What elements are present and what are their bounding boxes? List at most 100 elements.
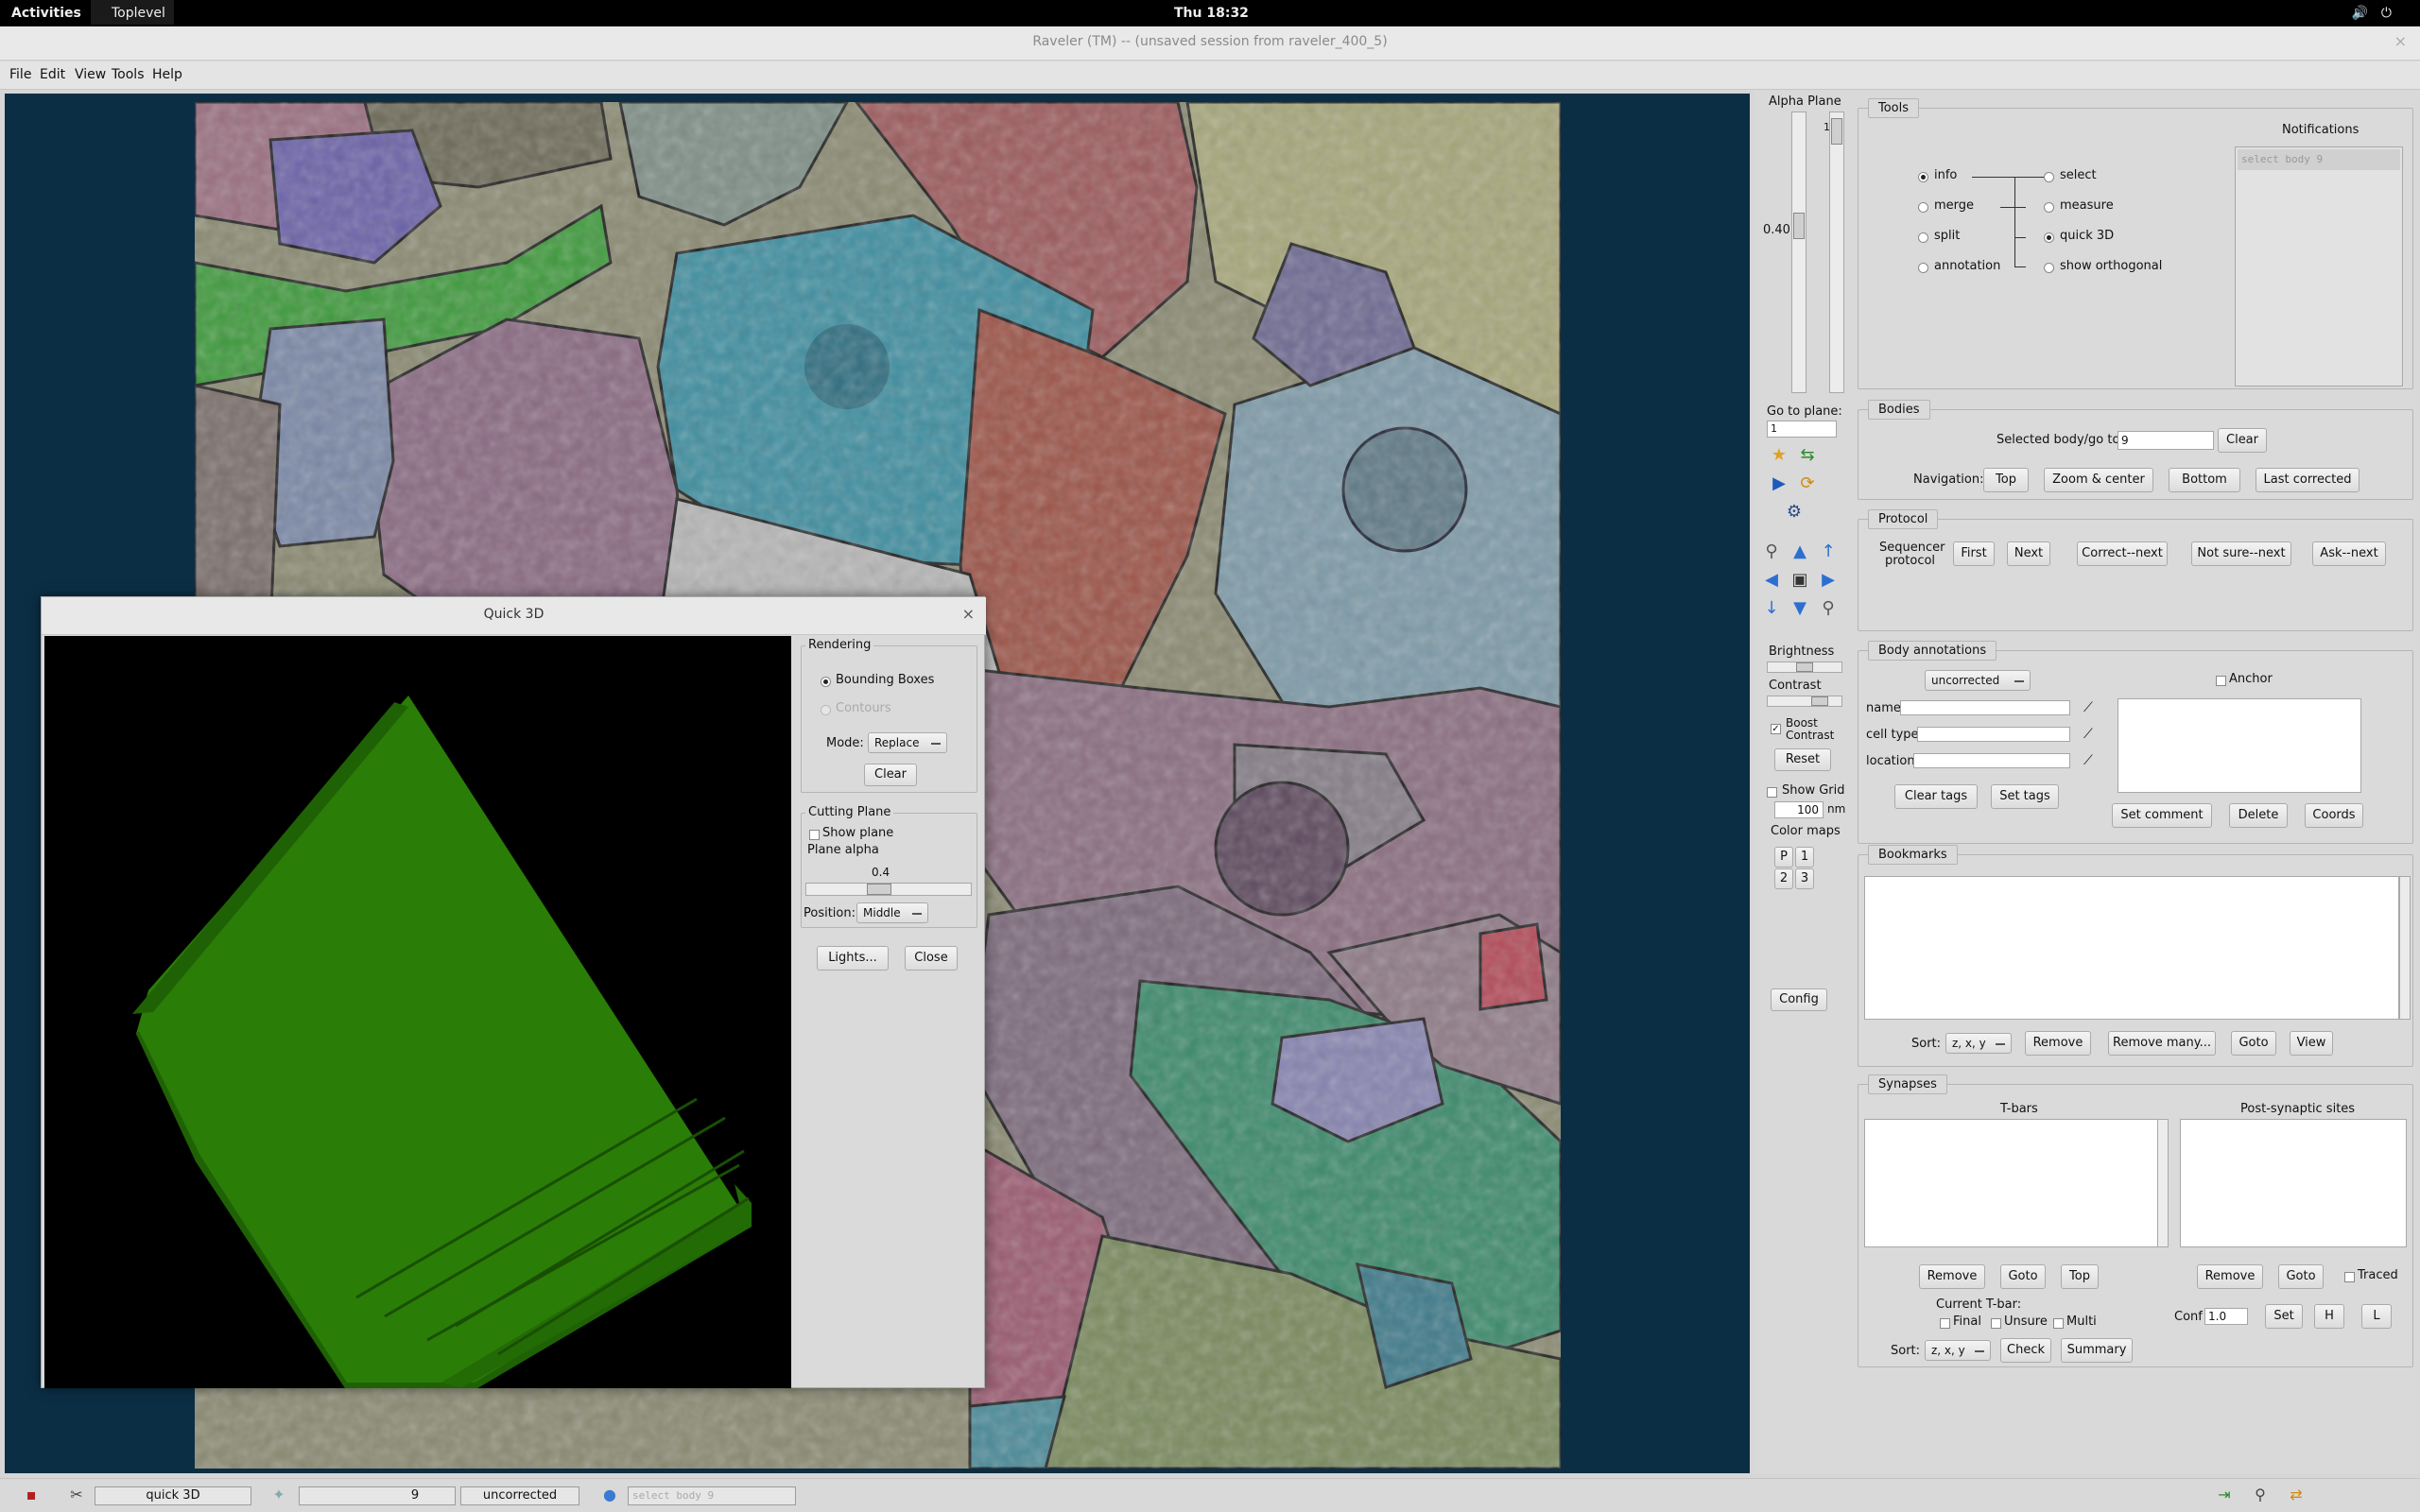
status-combo[interactable]: uncorrected xyxy=(1925,670,2031,691)
h-button[interactable]: H xyxy=(2314,1304,2344,1329)
zoom-out-icon[interactable]: ⚲ xyxy=(1759,540,1784,564)
settings-icon[interactable]: ⚙ xyxy=(1782,500,1806,524)
location-input[interactable] xyxy=(1913,753,2070,768)
post-synaptic-list[interactable] xyxy=(2180,1119,2407,1247)
back-arrow-icon[interactable]: ⇆ xyxy=(1795,443,1820,468)
tbar-goto-button[interactable]: Goto xyxy=(2000,1264,2046,1289)
brightness-thumb[interactable] xyxy=(1796,662,1813,672)
cell-type-input[interactable] xyxy=(1917,727,2070,742)
traced-checkbox[interactable] xyxy=(2344,1272,2355,1282)
protocol-not-sure-next-button[interactable]: Not sure--next xyxy=(2191,541,2291,566)
set-tags-button[interactable]: Set tags xyxy=(1991,784,2059,809)
bookmarks-view-button[interactable]: View xyxy=(2290,1031,2333,1056)
boost-contrast-checkbox[interactable]: ✓ xyxy=(1771,724,1781,734)
magnifier-icon[interactable]: ⚲ xyxy=(2250,1485,2271,1505)
radio-annotation[interactable] xyxy=(1918,263,1928,273)
nav-top-button[interactable]: Top xyxy=(1983,468,2029,492)
radio-split[interactable] xyxy=(1918,232,1928,243)
set-comment-button[interactable]: Set comment xyxy=(2112,803,2212,828)
quick-3d-clear-button[interactable]: Clear xyxy=(864,764,917,786)
contrast-slider[interactable] xyxy=(1767,696,1842,707)
exit-icon[interactable]: ⇥ xyxy=(2214,1485,2235,1505)
menu-help[interactable]: Help xyxy=(152,67,182,82)
conf-set-button[interactable]: Set xyxy=(2265,1304,2303,1329)
nav-last-corrected-button[interactable]: Last corrected xyxy=(2256,468,2360,492)
bodies-clear-button[interactable]: Clear xyxy=(2218,428,2267,453)
protocol-first-button[interactable]: First xyxy=(1953,541,1995,566)
plane-slider[interactable] xyxy=(1829,112,1844,393)
coords-button[interactable]: Coords xyxy=(2305,803,2363,828)
zoom-in-icon[interactable]: ⚲ xyxy=(1816,596,1841,621)
config-button[interactable]: Config xyxy=(1771,988,1827,1011)
mode-combo[interactable]: Replace xyxy=(868,732,947,753)
bookmarks-goto-button[interactable]: Goto xyxy=(2231,1031,2276,1056)
radio-info[interactable] xyxy=(1918,172,1928,182)
l-button[interactable]: L xyxy=(2361,1304,2392,1329)
radio-merge[interactable] xyxy=(1918,202,1928,213)
grid-size-input[interactable]: 100 xyxy=(1774,801,1824,818)
notification-item[interactable]: select body 9 xyxy=(2238,149,2400,170)
arrow-up-plane-icon[interactable]: ↑ xyxy=(1816,540,1841,564)
bookmarks-remove-many-button[interactable]: Remove many... xyxy=(2108,1031,2216,1056)
colormap-1-button[interactable]: 1 xyxy=(1795,847,1814,868)
play-icon[interactable]: ▶ xyxy=(1767,472,1791,496)
arrow-up-icon[interactable]: ▲ xyxy=(1788,540,1812,564)
radio-quick-3d[interactable] xyxy=(2044,232,2054,243)
menu-edit[interactable]: Edit xyxy=(40,67,65,82)
brightness-slider[interactable] xyxy=(1767,662,1842,673)
bookmarks-remove-button[interactable]: Remove xyxy=(2025,1031,2091,1056)
system-tray-icons[interactable]: 🔊⏻ xyxy=(2351,0,2405,26)
menu-file[interactable]: File xyxy=(9,67,31,82)
plane-alpha-thumb[interactable] xyxy=(867,884,891,895)
comment-textarea[interactable] xyxy=(2118,698,2361,793)
multi-checkbox[interactable] xyxy=(2053,1318,2064,1329)
radio-show-orthogonal[interactable] xyxy=(2044,263,2054,273)
colormap-2-button[interactable]: 2 xyxy=(1774,868,1793,889)
nav-bottom-button[interactable]: Bottom xyxy=(2169,468,2240,492)
selected-body-input[interactable]: 9 xyxy=(2118,431,2214,450)
nav-zoom-center-button[interactable]: Zoom & center xyxy=(2044,468,2153,492)
reset-button[interactable]: Reset xyxy=(1774,748,1831,771)
refresh-icon[interactable]: ⟳ xyxy=(1795,472,1820,496)
check-button[interactable]: Check xyxy=(2000,1338,2051,1363)
show-grid-checkbox[interactable] xyxy=(1767,787,1777,798)
tbars-list[interactable] xyxy=(1864,1119,2161,1247)
name-edit-icon[interactable]: ⟋ xyxy=(2083,700,2093,715)
final-checkbox[interactable] xyxy=(1940,1318,1950,1329)
arrow-right-icon[interactable]: ▶ xyxy=(1816,568,1841,593)
protocol-next-button[interactable]: Next xyxy=(2007,541,2050,566)
notifications-list[interactable]: select body 9 xyxy=(2235,146,2403,387)
bookmarks-scrollbar[interactable] xyxy=(2399,876,2411,1020)
plane-alpha-slider[interactable] xyxy=(805,883,972,896)
summary-button[interactable]: Summary xyxy=(2061,1338,2133,1363)
quick-3d-close-button[interactable]: Close xyxy=(905,946,958,971)
synapses-sort-combo[interactable]: z, x, y xyxy=(1925,1340,1991,1361)
delete-button[interactable]: Delete xyxy=(2229,803,2288,828)
radio-measure[interactable] xyxy=(2044,202,2054,213)
post-remove-button[interactable]: Remove xyxy=(2197,1264,2263,1289)
window-close-button[interactable]: × xyxy=(2394,32,2407,50)
star-icon[interactable]: ★ xyxy=(1767,443,1791,468)
quick-3d-close-x[interactable]: × xyxy=(962,605,975,623)
location-edit-icon[interactable]: ⟋ xyxy=(2083,753,2093,768)
goto-plane-input[interactable]: 1 xyxy=(1767,421,1837,438)
tbar-top-button[interactable]: Top xyxy=(2061,1264,2099,1289)
protocol-correct-next-button[interactable]: Correct--next xyxy=(2077,541,2168,566)
cell-type-edit-icon[interactable]: ⟋ xyxy=(2083,727,2093,742)
conf-input[interactable]: 1.0 xyxy=(2204,1308,2248,1325)
colormap-p-button[interactable]: P xyxy=(1774,847,1793,868)
arrow-down-icon[interactable]: ▼ xyxy=(1788,596,1812,621)
center-icon[interactable]: ▣ xyxy=(1788,568,1812,593)
clock[interactable]: Thu 18:32 xyxy=(1174,0,1249,26)
radio-bounding-boxes[interactable] xyxy=(821,677,831,687)
protocol-ask-next-button[interactable]: Ask--next xyxy=(2312,541,2386,566)
activities-button[interactable]: Activities xyxy=(11,0,81,26)
arrow-down-plane-icon[interactable]: ↓ xyxy=(1759,596,1784,621)
bookmarks-sort-combo[interactable]: z, x, y xyxy=(1945,1033,2012,1054)
menu-tools[interactable]: Tools xyxy=(112,67,145,82)
sync-icon[interactable]: ⇄ xyxy=(2286,1485,2307,1505)
alpha-slider-thumb[interactable] xyxy=(1793,213,1805,239)
quick-3d-render-canvas[interactable] xyxy=(44,636,791,1388)
name-input[interactable] xyxy=(1900,700,2070,715)
tbar-remove-button[interactable]: Remove xyxy=(1919,1264,1985,1289)
